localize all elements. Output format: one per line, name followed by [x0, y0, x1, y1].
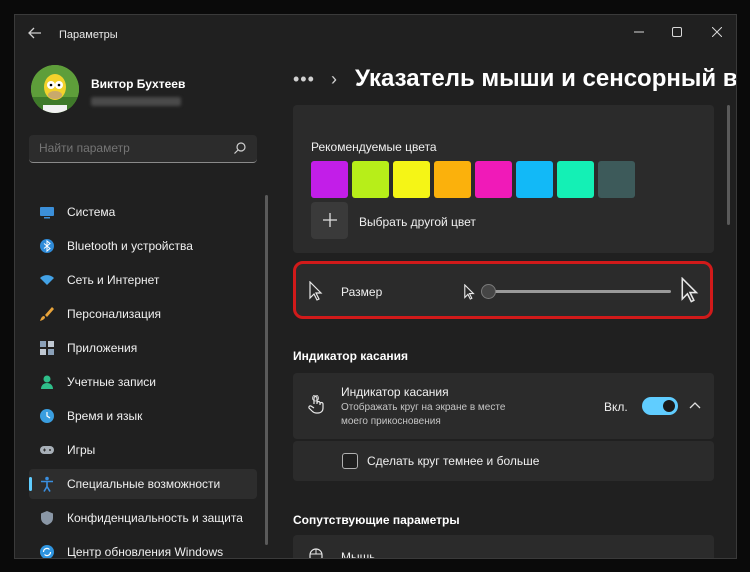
sidebar-scrollbar[interactable]: [265, 195, 268, 545]
touch-indicator-toggle[interactable]: [642, 397, 678, 415]
color-swatch[interactable]: [352, 161, 389, 198]
plus-icon: [322, 213, 337, 227]
toggle-knob: [663, 400, 675, 412]
small-pointer-icon: [464, 284, 475, 300]
search-icon[interactable]: [233, 141, 247, 155]
color-swatch[interactable]: [557, 161, 594, 198]
settings-window: Параметры Виктор Бухтеев Система Bluetoot…: [14, 14, 737, 559]
monitor-icon: [40, 207, 54, 219]
bluetooth-icon: [40, 239, 54, 253]
touch-hand-icon: [308, 395, 324, 414]
sidebar-item-7[interactable]: Игры: [29, 435, 257, 465]
gamepad-icon: [40, 446, 54, 454]
arrow-left-icon: [28, 27, 41, 39]
color-swatch[interactable]: [475, 161, 512, 198]
title-bar: Параметры: [15, 15, 736, 53]
sidebar-item-2[interactable]: Сеть и Интернет: [29, 265, 257, 295]
chevron-up-icon[interactable]: [689, 401, 701, 411]
apps-icon: [40, 341, 54, 355]
accessibility-icon: [41, 476, 53, 492]
minimize-button[interactable]: [629, 23, 649, 43]
color-swatch[interactable]: [598, 161, 635, 198]
sidebar-item-label: Сеть и Интернет: [67, 273, 160, 287]
maximize-icon: [672, 27, 682, 37]
sidebar-item-8[interactable]: Специальные возможности: [29, 469, 257, 499]
sidebar-item-1[interactable]: Bluetooth и устройства: [29, 231, 257, 261]
sidebar-item-label: Конфиденциальность и защита: [67, 511, 243, 525]
size-slider-thumb[interactable]: [481, 284, 496, 299]
user-name: Виктор Бухтеев: [91, 77, 186, 91]
color-swatch[interactable]: [516, 161, 553, 198]
sidebar-item-label: Bluetooth и устройства: [67, 239, 193, 253]
avatar[interactable]: [31, 65, 79, 113]
minimize-icon: [634, 31, 644, 33]
mouse-icon: [309, 548, 323, 558]
close-icon: [711, 26, 723, 38]
active-indicator: [29, 477, 32, 491]
recommended-colors-label: Рекомендуемые цвета: [311, 140, 437, 154]
related-mouse-label: Мышь: [341, 550, 376, 559]
touch-indicator-title: Индикатор касания: [341, 385, 449, 399]
main-scrollbar[interactable]: [727, 105, 730, 225]
person-icon: [41, 375, 53, 389]
touch-indicator-desc-line1: Отображать круг на экране в месте: [341, 402, 506, 413]
sidebar-item-4[interactable]: Приложения: [29, 333, 257, 363]
sidebar-item-label: Центр обновления Windows: [67, 545, 224, 559]
color-swatch[interactable]: [434, 161, 471, 198]
darker-circle-label[interactable]: Сделать круг темнее и больше: [367, 454, 539, 468]
sidebar-item-label: Игры: [67, 443, 96, 457]
avatar-image: [31, 65, 79, 113]
shield-icon: [41, 511, 53, 525]
toggle-state-label: Вкл.: [604, 400, 628, 414]
darker-circle-checkbox[interactable]: [342, 453, 358, 469]
brush-icon: [40, 307, 54, 321]
back-button[interactable]: [27, 25, 45, 43]
touch-indicator-heading: Индикатор касания: [293, 349, 409, 363]
related-settings-heading: Сопутствующие параметры: [293, 513, 460, 527]
maximize-button[interactable]: [667, 23, 687, 43]
breadcrumb-chevron-icon: ›: [331, 69, 337, 89]
page-title: Указатель мыши и сенсорный ввод: [355, 65, 737, 92]
sidebar-item-0[interactable]: Система: [29, 197, 257, 227]
pick-color-button[interactable]: [311, 202, 348, 239]
touch-indicator-desc-line2: моего прикосновения: [341, 416, 441, 427]
pointer-icon: [309, 281, 323, 301]
size-label: Размер: [341, 285, 383, 299]
sidebar-item-label: Специальные возможности: [67, 477, 221, 491]
close-button[interactable]: [707, 23, 727, 43]
update-icon: [40, 545, 54, 558]
color-swatch[interactable]: [311, 161, 348, 198]
size-slider-track[interactable]: [483, 290, 671, 293]
search-input[interactable]: [39, 141, 219, 155]
wifi-icon: [40, 275, 54, 285]
sidebar-item-3[interactable]: Персонализация: [29, 299, 257, 329]
app-title: Параметры: [59, 29, 118, 41]
sidebar-item-5[interactable]: Учетные записи: [29, 367, 257, 397]
sidebar-item-9[interactable]: Конфиденциальность и защита: [29, 503, 257, 533]
globe-clock-icon: [40, 409, 54, 423]
sidebar-item-6[interactable]: Время и язык: [29, 401, 257, 431]
sidebar-item-label: Персонализация: [67, 307, 162, 321]
sidebar-item-label: Учетные записи: [67, 375, 156, 389]
breadcrumb-overflow[interactable]: •••: [293, 69, 315, 90]
sidebar-item-label: Время и язык: [67, 409, 143, 423]
pick-other-color-label[interactable]: Выбрать другой цвет: [359, 215, 476, 229]
sidebar-item-label: Приложения: [67, 341, 138, 355]
color-swatch[interactable]: [393, 161, 430, 198]
user-email: [91, 97, 181, 106]
sidebar-item-10[interactable]: Центр обновления Windows: [29, 537, 257, 559]
large-pointer-icon: [681, 277, 699, 303]
search-box[interactable]: [29, 135, 257, 163]
sidebar-item-label: Система: [67, 205, 116, 219]
